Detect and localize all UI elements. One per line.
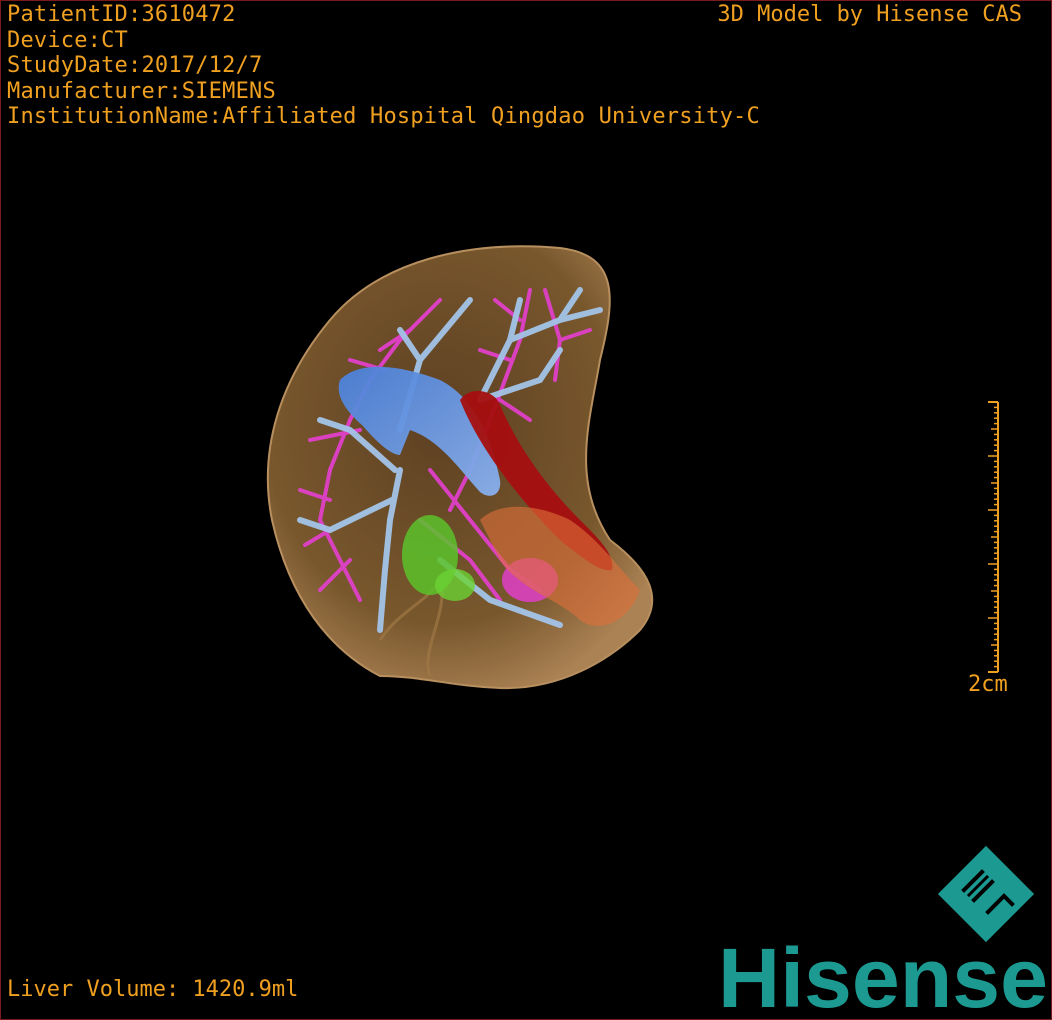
institution-name: InstitutionName:Affiliated Hospital Qing… [7, 104, 760, 129]
model-credit: 3D Model by Hisense CAS [717, 2, 1022, 27]
scale-bar-label: 2cm [968, 672, 1008, 697]
manufacturer: Manufacturer:SIEMENS [7, 78, 276, 104]
liver-3d-render[interactable] [0, 0, 1052, 1020]
device: Device:CT [7, 27, 129, 53]
hisense-hl-diamond-icon [937, 845, 1035, 943]
scale-bar [988, 401, 999, 673]
patient-info-panel: PatientID:3610472 Device:CT StudyDate:20… [7, 2, 760, 130]
study-date: StudyDate:2017/12/7 [7, 53, 263, 78]
patient-id: PatientID:3610472 [7, 2, 236, 27]
liver-volume: Liver Volume: 1420.9ml [7, 977, 299, 1002]
hisense-wordmark: Hisense [718, 935, 1048, 1015]
hisense-wordmark-text: Hisense [718, 935, 1048, 1015]
gallbladder-neck [435, 569, 475, 601]
